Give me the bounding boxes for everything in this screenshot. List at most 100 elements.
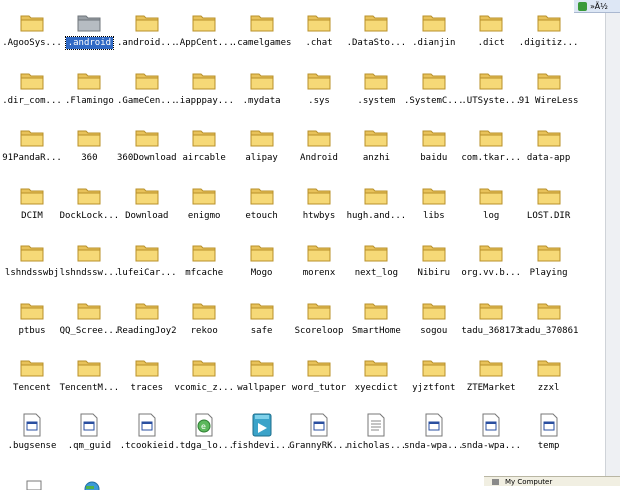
folder-item[interactable]: Scoreloop <box>291 292 347 346</box>
file-item[interactable]: GrannyRK... <box>289 407 349 461</box>
item-label: .camelgames <box>231 38 292 48</box>
folder-item[interactable]: log <box>463 177 519 231</box>
folder-item[interactable]: Mogo <box>234 234 290 288</box>
window-file-icon <box>19 412 45 438</box>
folder-item[interactable]: libs <box>406 177 462 231</box>
item-label: temp <box>537 440 560 451</box>
item-label: aircable <box>182 153 226 163</box>
folder-item[interactable]: 360 <box>61 119 117 173</box>
partial-file-icon[interactable] <box>24 475 44 491</box>
folder-item[interactable]: traces <box>119 349 175 403</box>
folder-item[interactable]: alipay <box>234 119 290 173</box>
folder-item[interactable]: SmartHome <box>348 292 404 346</box>
folder-item[interactable]: .android <box>61 4 117 58</box>
item-label: .dict <box>477 38 505 48</box>
folder-item[interactable]: lufeiCar... <box>117 234 177 288</box>
folder-item[interactable]: LOST.DIR <box>521 177 577 231</box>
folder-item[interactable]: rekoo <box>176 292 232 346</box>
folder-item[interactable]: wallpaper <box>234 349 290 403</box>
folder-icon <box>19 124 45 150</box>
folder-item[interactable]: .dianjin <box>406 4 462 58</box>
file-item[interactable]: nicholas... <box>347 407 406 461</box>
folder-item[interactable]: .chat <box>291 4 347 58</box>
folder-item[interactable]: .iapppay... <box>174 62 234 116</box>
folder-item[interactable]: etouch <box>234 177 290 231</box>
folder-item[interactable]: TencentM... <box>60 349 119 403</box>
folder-item[interactable]: enigmo <box>176 177 232 231</box>
folder-item[interactable]: yjztfont <box>406 349 462 403</box>
folder-item[interactable]: data-app <box>521 119 577 173</box>
folder-item[interactable]: .sys <box>291 62 347 116</box>
folder-item[interactable]: .AppCent... <box>174 4 234 58</box>
item-label: com.tkar... <box>461 153 521 163</box>
folder-icon <box>536 354 562 380</box>
folder-item[interactable]: Nibiru <box>406 234 462 288</box>
item-label: .DataSto... <box>346 38 407 48</box>
file-item[interactable]: fishdevi... <box>232 407 291 461</box>
folder-item[interactable]: .digitiz... <box>519 4 578 58</box>
folder-item[interactable]: next_log <box>348 234 404 288</box>
folder-item[interactable]: lshndsswbj <box>4 234 60 288</box>
folder-item[interactable]: safe <box>234 292 290 346</box>
folder-icon <box>19 67 45 93</box>
file-item[interactable]: snda-wpa... <box>404 407 464 461</box>
folder-item[interactable]: Tencent <box>4 349 60 403</box>
item-label: .mydata <box>242 95 281 106</box>
folder-item[interactable]: DockLock... <box>60 177 119 231</box>
folder-item[interactable]: hugh.and... <box>347 177 406 231</box>
folder-item[interactable]: Playing <box>521 234 577 288</box>
folder-item[interactable]: .SystemC... <box>404 62 464 116</box>
folder-item[interactable]: htwbys <box>291 177 347 231</box>
file-item[interactable]: temp <box>521 407 577 461</box>
file-item[interactable]: snda-wpa... <box>461 407 521 461</box>
folder-item[interactable]: QQ_Scree... <box>60 292 119 346</box>
vertical-scrollbar[interactable] <box>605 0 620 485</box>
folder-item[interactable]: .mydata <box>234 62 290 116</box>
item-label: DCIM <box>21 210 43 221</box>
folder-item[interactable]: DCIM <box>4 177 60 231</box>
folder-item[interactable]: .DataSto... <box>347 4 406 58</box>
folder-item[interactable]: sogou <box>406 292 462 346</box>
folder-item[interactable]: word_tutor <box>291 349 347 403</box>
file-icon-view[interactable]: .AgooSys... .android .android... .AppCent..… <box>0 0 606 485</box>
folder-item[interactable]: .android... <box>117 4 177 58</box>
folder-item[interactable]: .dict <box>463 4 519 58</box>
folder-item[interactable]: tadu_370861 <box>519 292 578 346</box>
folder-item[interactable]: Download <box>119 177 175 231</box>
folder-item[interactable]: .GameCen... <box>117 62 177 116</box>
folder-icon <box>19 354 45 380</box>
folder-item[interactable]: mfcache <box>176 234 232 288</box>
folder-item[interactable]: .UTSyste... <box>461 62 521 116</box>
folder-item[interactable]: ReadingJoy2 <box>117 292 177 346</box>
folder-item[interactable]: anzhi <box>348 119 404 173</box>
folder-item[interactable]: com.tkar... <box>461 119 521 173</box>
folder-item[interactable]: .AgooSys... <box>2 4 62 58</box>
folder-item[interactable]: 91 WireLess <box>519 62 578 116</box>
folder-item[interactable]: .camelgames <box>232 4 291 58</box>
folder-item[interactable]: xyecdict <box>348 349 404 403</box>
folder-icon <box>76 124 102 150</box>
folder-item[interactable]: zzxl <box>521 349 577 403</box>
folder-item[interactable]: org.vv.b... <box>461 234 521 288</box>
file-item[interactable]: .tcookieid <box>119 407 175 461</box>
folder-item[interactable]: 91PandaR... <box>2 119 62 173</box>
folder-item[interactable]: baidu <box>406 119 462 173</box>
folder-item[interactable]: tadu_368173 <box>461 292 521 346</box>
folder-item[interactable]: .Flamingo <box>61 62 117 116</box>
folder-item[interactable]: morenx <box>291 234 347 288</box>
file-item[interactable]: e .tdga_lo... <box>174 407 234 461</box>
folder-item[interactable]: ptbus <box>4 292 60 346</box>
partial-globe-icon[interactable] <box>82 475 102 494</box>
folder-item[interactable]: .dir_com... <box>2 62 62 116</box>
folder-item[interactable]: vcomic_z... <box>174 349 234 403</box>
file-item[interactable]: .qm_guid <box>61 407 117 461</box>
folder-item[interactable]: Android <box>291 119 347 173</box>
folder-item[interactable]: aircable <box>176 119 232 173</box>
folder-item[interactable]: 360Download <box>117 119 177 173</box>
file-item[interactable]: .bugsense <box>4 407 60 461</box>
item-label: rekoo <box>190 325 218 336</box>
folder-item[interactable]: lshndssw... <box>60 234 119 288</box>
folder-icon <box>134 354 160 380</box>
folder-item[interactable]: ZTEMarket <box>463 349 519 403</box>
folder-item[interactable]: .system <box>348 62 404 116</box>
